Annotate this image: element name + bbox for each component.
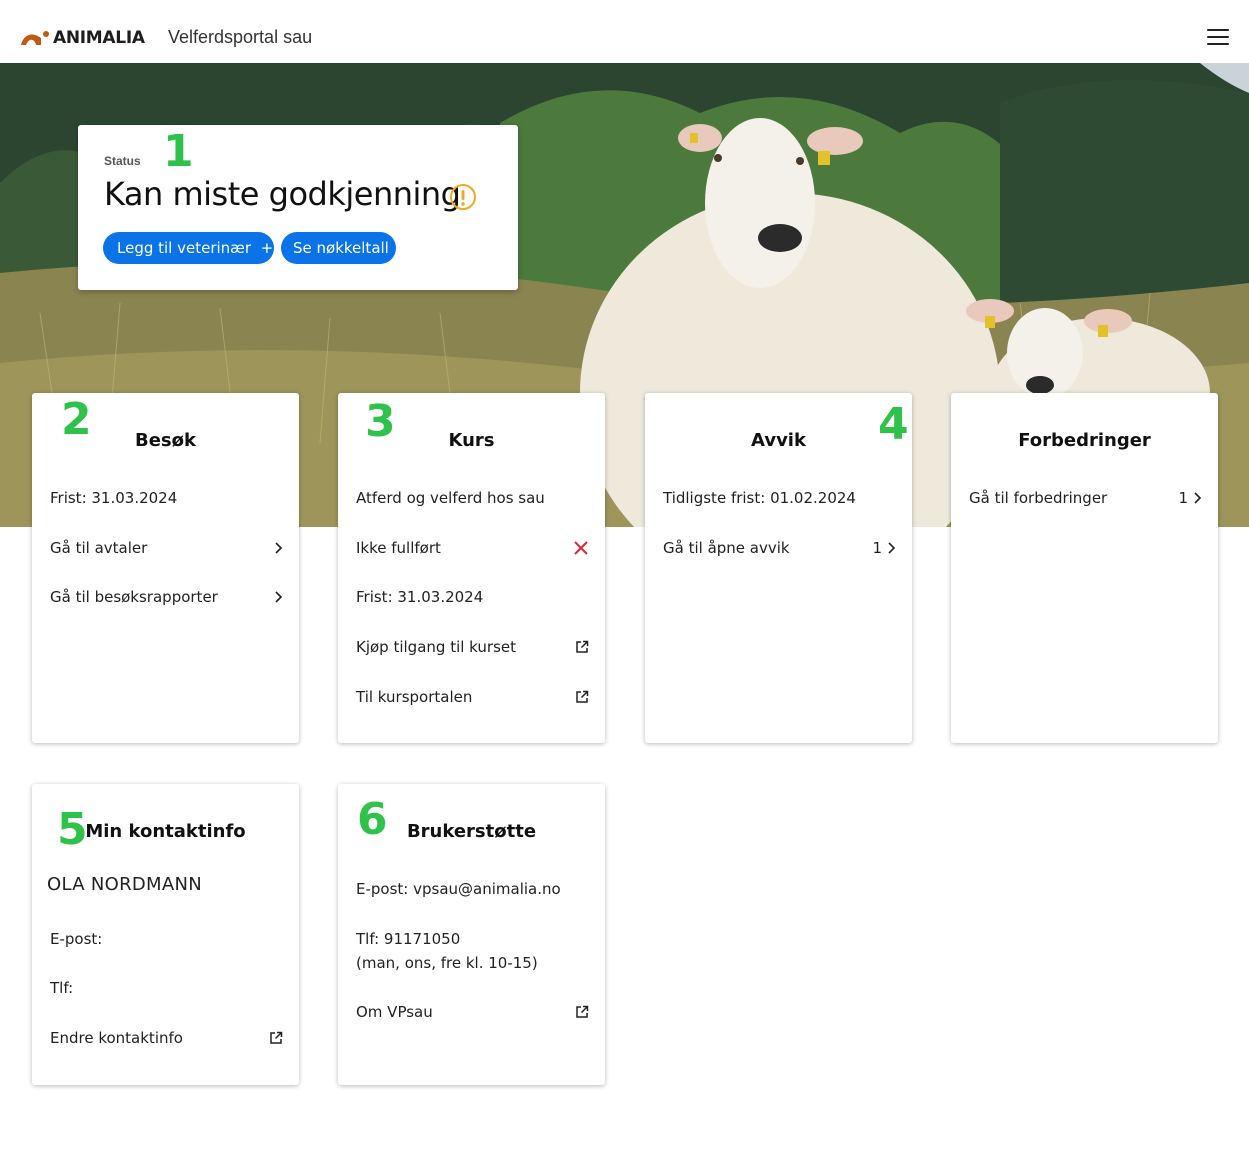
portal-title: Velferdsportal sau — [168, 27, 313, 47]
course-name: Atferd og velferd hos sau — [356, 487, 589, 509]
add-veterinarian-button[interactable]: Legg til veterinær + — [103, 232, 274, 264]
key-figures-button[interactable]: Se nøkkeltall — [281, 232, 396, 264]
open-deviations-count: 1 — [872, 539, 882, 557]
animalia-logo[interactable]: ANIMALIA — [20, 26, 145, 50]
status-label: Status — [104, 154, 141, 168]
badge-4: 4 — [878, 399, 909, 450]
deviations-card: Avvik Tidligste frist: 01.02.2024 Gå til… — [645, 393, 912, 743]
visit-reports-link-label: Gå til besøksrapporter — [50, 588, 218, 606]
improvements-count: 1 — [1178, 489, 1188, 507]
appointments-link-label: Gå til avtaler — [50, 539, 148, 557]
about-vpsau-link[interactable]: Om VPsau — [356, 1001, 589, 1023]
chevron-right-icon — [1194, 492, 1202, 504]
support-email: E-post: vpsau@animalia.no — [356, 878, 589, 900]
earliest-deadline: Tidligste frist: 01.02.2024 — [663, 487, 896, 509]
plus-icon: + — [260, 239, 274, 257]
course-portal-label: Til kursportalen — [356, 688, 473, 706]
course-portal-link[interactable]: Til kursportalen — [356, 686, 589, 708]
contact-phone: Tlf: — [50, 977, 283, 999]
top-bar: ANIMALIA Velferdsportal sau — [0, 0, 1249, 63]
visits-card: Besøk Frist: 31.03.2024 Gå til avtaler G… — [32, 393, 299, 743]
course-deadline: Frist: 31.03.2024 — [356, 586, 589, 608]
badge-3: 3 — [365, 396, 396, 447]
user-name: OLA NORDMANN — [47, 874, 203, 895]
add-veterinarian-label: Legg til veterinær — [117, 239, 252, 257]
support-phone: Tlf: 91171050 — [356, 930, 461, 948]
close-x-icon — [574, 541, 588, 555]
badge-1: 1 — [163, 126, 194, 177]
contact-email: E-post: — [50, 928, 283, 950]
visits-deadline: Frist: 31.03.2024 — [50, 487, 283, 509]
status-text: Kan miste godkjenning — [104, 175, 461, 213]
logo-text: ANIMALIA — [53, 28, 145, 48]
open-deviations-label: Gå til åpne avvik — [663, 539, 790, 557]
status-card: Status Kan miste godkjenning Legg til ve… — [78, 125, 518, 290]
chevron-right-icon — [888, 542, 896, 554]
improvements-card: Forbedringer Gå til forbedringer 1 — [951, 393, 1218, 743]
course-deadline-text: Frist: 31.03.2024 — [356, 588, 484, 606]
course-status-text: Ikke fullført — [356, 539, 441, 557]
open-deviations-link[interactable]: Gå til åpne avvik 1 — [663, 537, 896, 559]
course-status: Ikke fullført — [356, 537, 589, 559]
improvements-link-label: Gå til forbedringer — [969, 489, 1108, 507]
improvements-card-title: Forbedringer — [1018, 430, 1151, 451]
external-link-icon — [576, 640, 589, 653]
edit-contact-info-link[interactable]: Endre kontaktinfo — [50, 1027, 283, 1049]
deviations-card-title: Avvik — [751, 430, 806, 451]
support-email-text: E-post: vpsau@animalia.no — [356, 880, 561, 898]
hamburger-icon[interactable] — [1204, 26, 1234, 48]
badge-2: 2 — [61, 394, 92, 445]
edit-contact-info-label: Endre kontaktinfo — [50, 1029, 183, 1047]
course-name-text: Atferd og velferd hos sau — [356, 489, 545, 507]
appointments-link[interactable]: Gå til avtaler — [50, 537, 283, 559]
about-vpsau-label: Om VPsau — [356, 1003, 433, 1021]
external-link-icon — [576, 690, 589, 703]
support-phone-block: Tlf: 91171050 (man, ons, fre kl. 10-15) — [356, 927, 538, 975]
logo-mark-icon — [21, 31, 49, 45]
badge-6: 6 — [357, 794, 388, 845]
chevron-right-icon — [275, 542, 283, 554]
support-hours: (man, ons, fre kl. 10-15) — [356, 954, 538, 972]
improvements-link[interactable]: Gå til forbedringer 1 — [969, 487, 1202, 509]
external-link-icon — [576, 1005, 589, 1018]
badge-5: 5 — [57, 804, 88, 855]
contact-email-label: E-post: — [50, 930, 103, 948]
chevron-right-icon — [275, 591, 283, 603]
buy-course-access-label: Kjøp tilgang til kurset — [356, 638, 517, 656]
contact-phone-label: Tlf: — [50, 979, 74, 997]
visits-deadline-text: Frist: 31.03.2024 — [50, 489, 178, 507]
visit-reports-link[interactable]: Gå til besøksrapporter — [50, 586, 283, 608]
warning-icon — [450, 184, 476, 210]
earliest-deadline-text: Tidligste frist: 01.02.2024 — [663, 489, 856, 507]
buy-course-access-link[interactable]: Kjøp tilgang til kurset — [356, 636, 589, 658]
external-link-icon — [270, 1031, 283, 1044]
